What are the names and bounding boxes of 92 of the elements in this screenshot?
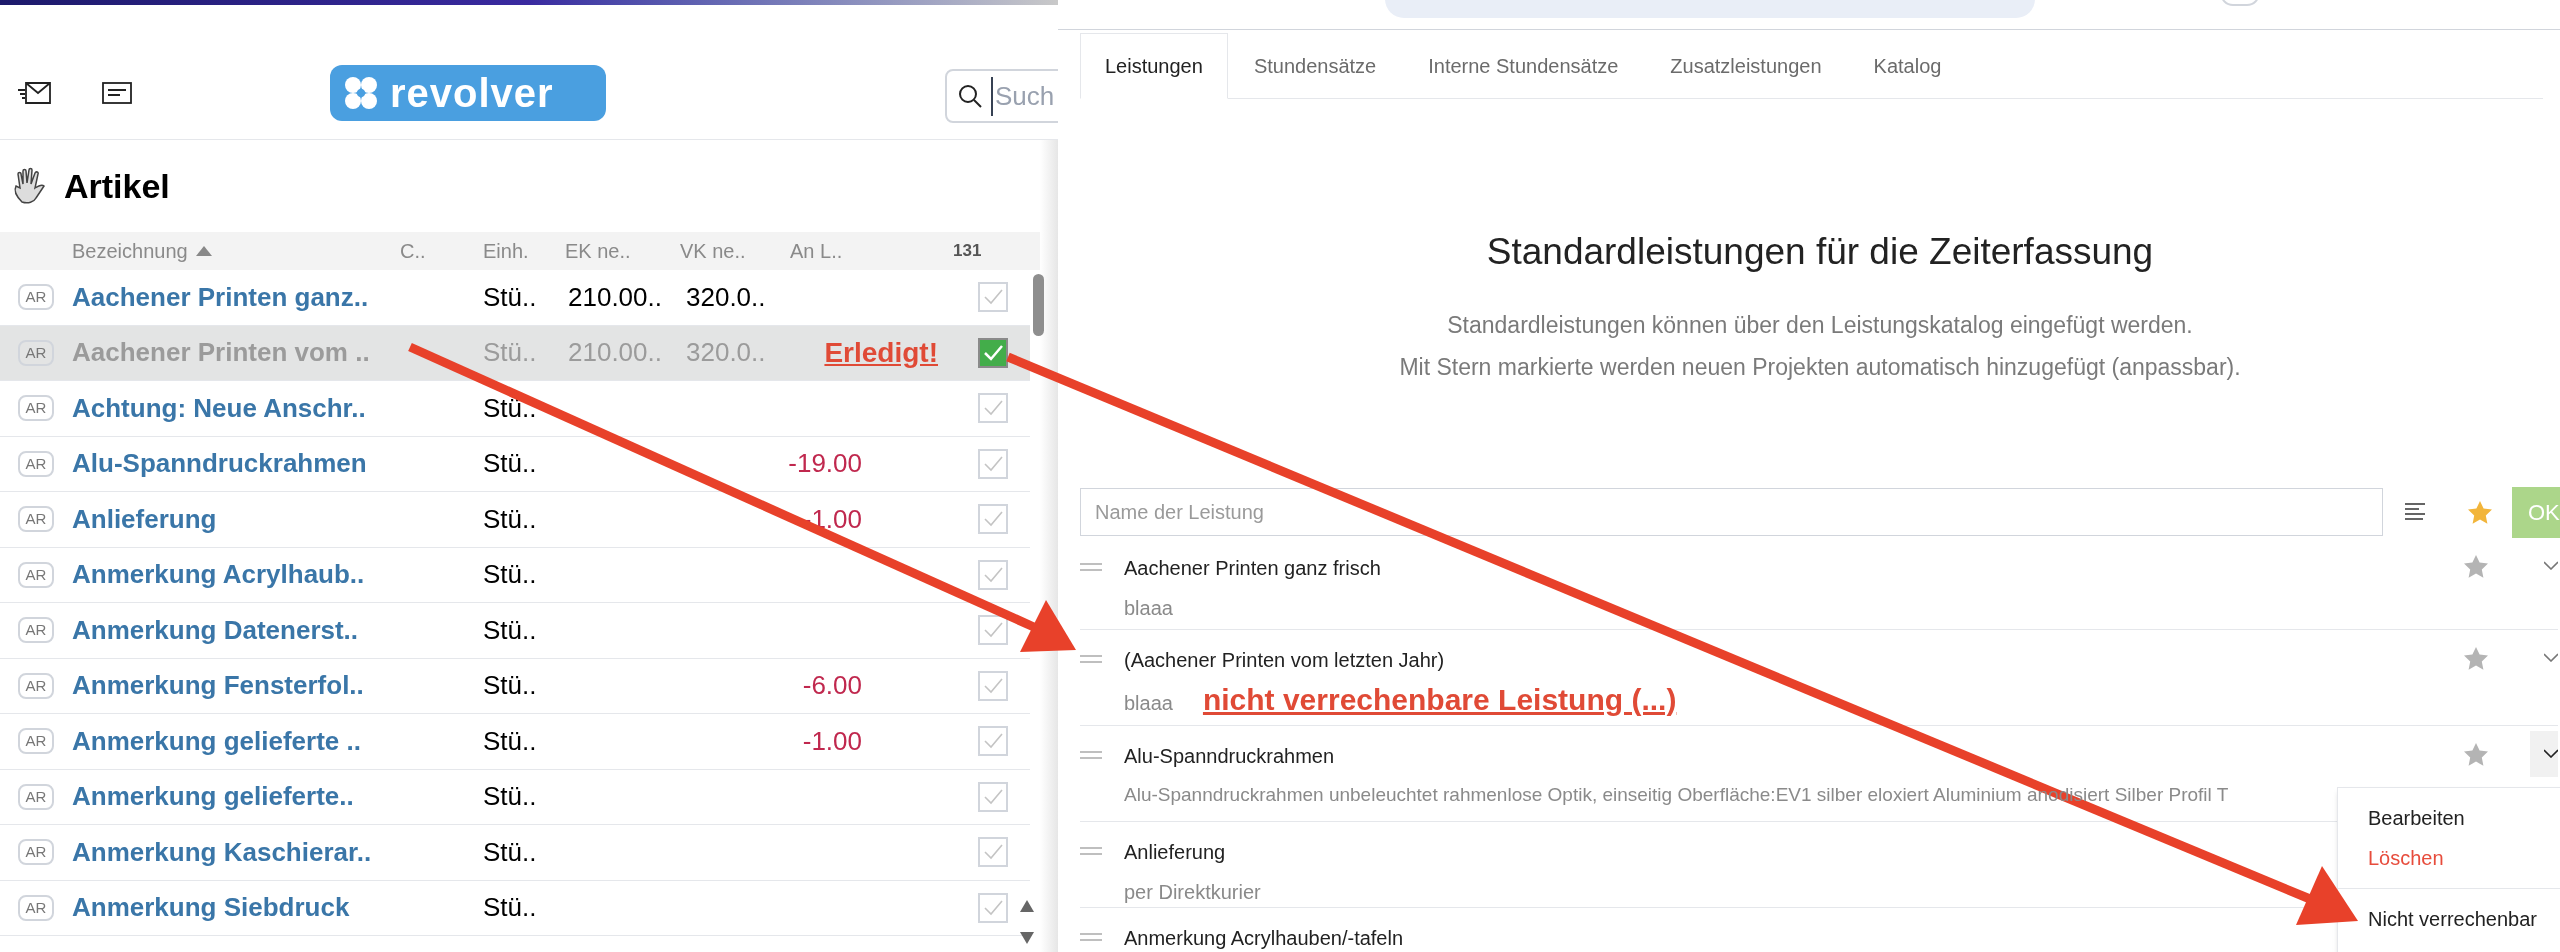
checkbox[interactable]: [978, 337, 1008, 368]
item-title: Anmerkung Acrylhauben/-tafeln: [1124, 925, 1404, 951]
type-badge: AR: [18, 506, 54, 533]
drag-handle-icon[interactable]: [1080, 654, 1102, 663]
table-cell-text: Anmerkung Siebdruck: [72, 891, 351, 925]
envelope-icon[interactable]: [18, 81, 52, 105]
chevron-down-icon: [2544, 561, 2558, 570]
type-badge: AR: [18, 561, 54, 588]
menu-item[interactable]: Bearbeiten: [2368, 803, 2465, 833]
row-count: 131: [953, 240, 982, 263]
star-icon[interactable]: [2464, 742, 2488, 766]
table-cell: 210.00..: [568, 337, 662, 368]
table-cell-text: Aachener Printen ganz..: [72, 280, 370, 314]
table-cell: Stü..: [483, 614, 537, 645]
table-cell-text: Anmerkung gelieferte ..: [72, 724, 362, 758]
table-cell-text: Aachener Printen vom ..: [72, 336, 371, 370]
scroll-down-icon[interactable]: [1020, 932, 1034, 944]
table-cell: Stü..: [483, 337, 537, 368]
section-heading: Standardleistungen für die Zeiterfassung: [1486, 230, 2154, 274]
annotation-text: nicht verrechenbare Leistung (...): [1202, 681, 1677, 718]
drag-handle-icon[interactable]: [1080, 846, 1102, 855]
type-badge: AR: [18, 450, 54, 477]
type-badge: AR: [18, 617, 54, 644]
star-icon[interactable]: [2464, 646, 2488, 670]
table-cell: Stü..: [483, 670, 537, 701]
table-cell-text: Alu-Spanndruckrahmen: [72, 447, 368, 481]
tab[interactable]: Zusatzleistungen: [1644, 33, 1848, 99]
logo-icon: [342, 74, 380, 112]
table-cell: 320.0..: [686, 337, 766, 368]
type-badge: AR: [18, 894, 54, 921]
description-text: Standardleistungen können über den Leistungskatalog eingefügt werden.: [1447, 310, 2193, 340]
type-badge: AR: [18, 395, 54, 422]
type-badge: AR: [18, 672, 54, 699]
text-align-icon[interactable]: [2405, 502, 2427, 522]
drag-handle-icon[interactable]: [1080, 932, 1102, 941]
chevron-down-icon: [2544, 653, 2558, 662]
search-placeholder: Such: [991, 76, 1055, 116]
table-cell-text: Anmerkung Fensterfol..: [72, 669, 365, 703]
table-cell: Stü..: [483, 725, 537, 756]
item-description: per Direktkurier: [1124, 879, 1261, 905]
star-icon[interactable]: [2468, 500, 2492, 524]
star-icon[interactable]: [2464, 554, 2488, 578]
item-description: blaaa: [1124, 691, 1173, 716]
page-title: Artikel: [64, 165, 170, 207]
table-cell-text: -19.00: [788, 447, 862, 481]
table-cell: Stü..: [483, 503, 537, 534]
table-cell: Stü..: [483, 781, 537, 812]
table-cell-text: Anmerkung Kaschierar..: [72, 835, 373, 869]
drag-handle-icon[interactable]: [1080, 750, 1102, 759]
table-cell: 210.00..: [568, 281, 662, 312]
type-badge: AR: [18, 284, 54, 311]
logo-text: revolver: [390, 73, 554, 113]
table-cell-text: -1.00: [802, 724, 862, 758]
type-badge: AR: [18, 783, 54, 810]
table-cell-text: Anmerkung gelieferte..: [72, 780, 355, 814]
item-title: (Aachener Printen vom letzten Jahr): [1124, 647, 1445, 673]
table-cell-text: Anmerkung Acrylhaub..: [72, 558, 366, 592]
tab[interactable]: Interne Stundensätze: [1402, 33, 1645, 99]
drag-handle-icon[interactable]: [1080, 562, 1102, 571]
type-badge: AR: [18, 839, 54, 866]
table-cell-text: Achtung: Neue Anschr..: [72, 391, 367, 425]
description-text: Mit Stern markierte werden neuen Projekten automatisch hinzugefügt (anpassbar).: [1399, 353, 2241, 382]
note-icon[interactable]: [102, 82, 132, 104]
item-description: blaaa: [1124, 595, 1173, 621]
item-title: Anlieferung: [1124, 839, 1226, 865]
item-title: Alu-Spanndruckrahmen: [1124, 743, 1335, 769]
tab[interactable]: Stundensätze: [1227, 33, 1403, 99]
chevron-down-icon: [2544, 749, 2558, 758]
table-cell: Stü..: [483, 392, 537, 423]
scrollbar-thumb[interactable]: [1033, 274, 1044, 336]
table-cell-text: Anlieferung: [72, 502, 218, 536]
type-badge: AR: [18, 728, 54, 755]
table-cell: Stü..: [483, 836, 537, 867]
table-cell: Stü..: [483, 892, 537, 923]
tab[interactable]: Katalog: [1847, 33, 1968, 99]
menu-item[interactable]: Löschen: [2368, 843, 2444, 873]
input-field[interactable]: Name der Leistung: [1080, 488, 2383, 536]
table-cell-text: -6.00: [802, 669, 862, 703]
table-cell: 320.0..: [686, 281, 766, 312]
dropdown-toggle[interactable]: [2530, 730, 2558, 777]
table-cell-text: Anmerkung Datenerst..: [72, 613, 360, 647]
table-cell: Stü..: [483, 448, 537, 479]
table-row[interactable]: AR Aachener Printen vom .. Stü.. 210.00.. 320.0.. Erledigt!: [0, 325, 1030, 381]
table-cell: Stü..: [483, 281, 537, 312]
search-icon: [957, 83, 983, 109]
menu-item[interactable]: Nicht verrechenbar: [2368, 904, 2537, 934]
table-cell: Stü..: [483, 559, 537, 590]
tab[interactable]: Leistungen: [1080, 33, 1228, 99]
scroll-up-icon[interactable]: [1020, 900, 1034, 912]
annotation-text: Erledigt!: [824, 335, 938, 370]
type-badge: AR: [18, 339, 54, 366]
item-title: Aachener Printen ganz frisch: [1124, 555, 1381, 581]
